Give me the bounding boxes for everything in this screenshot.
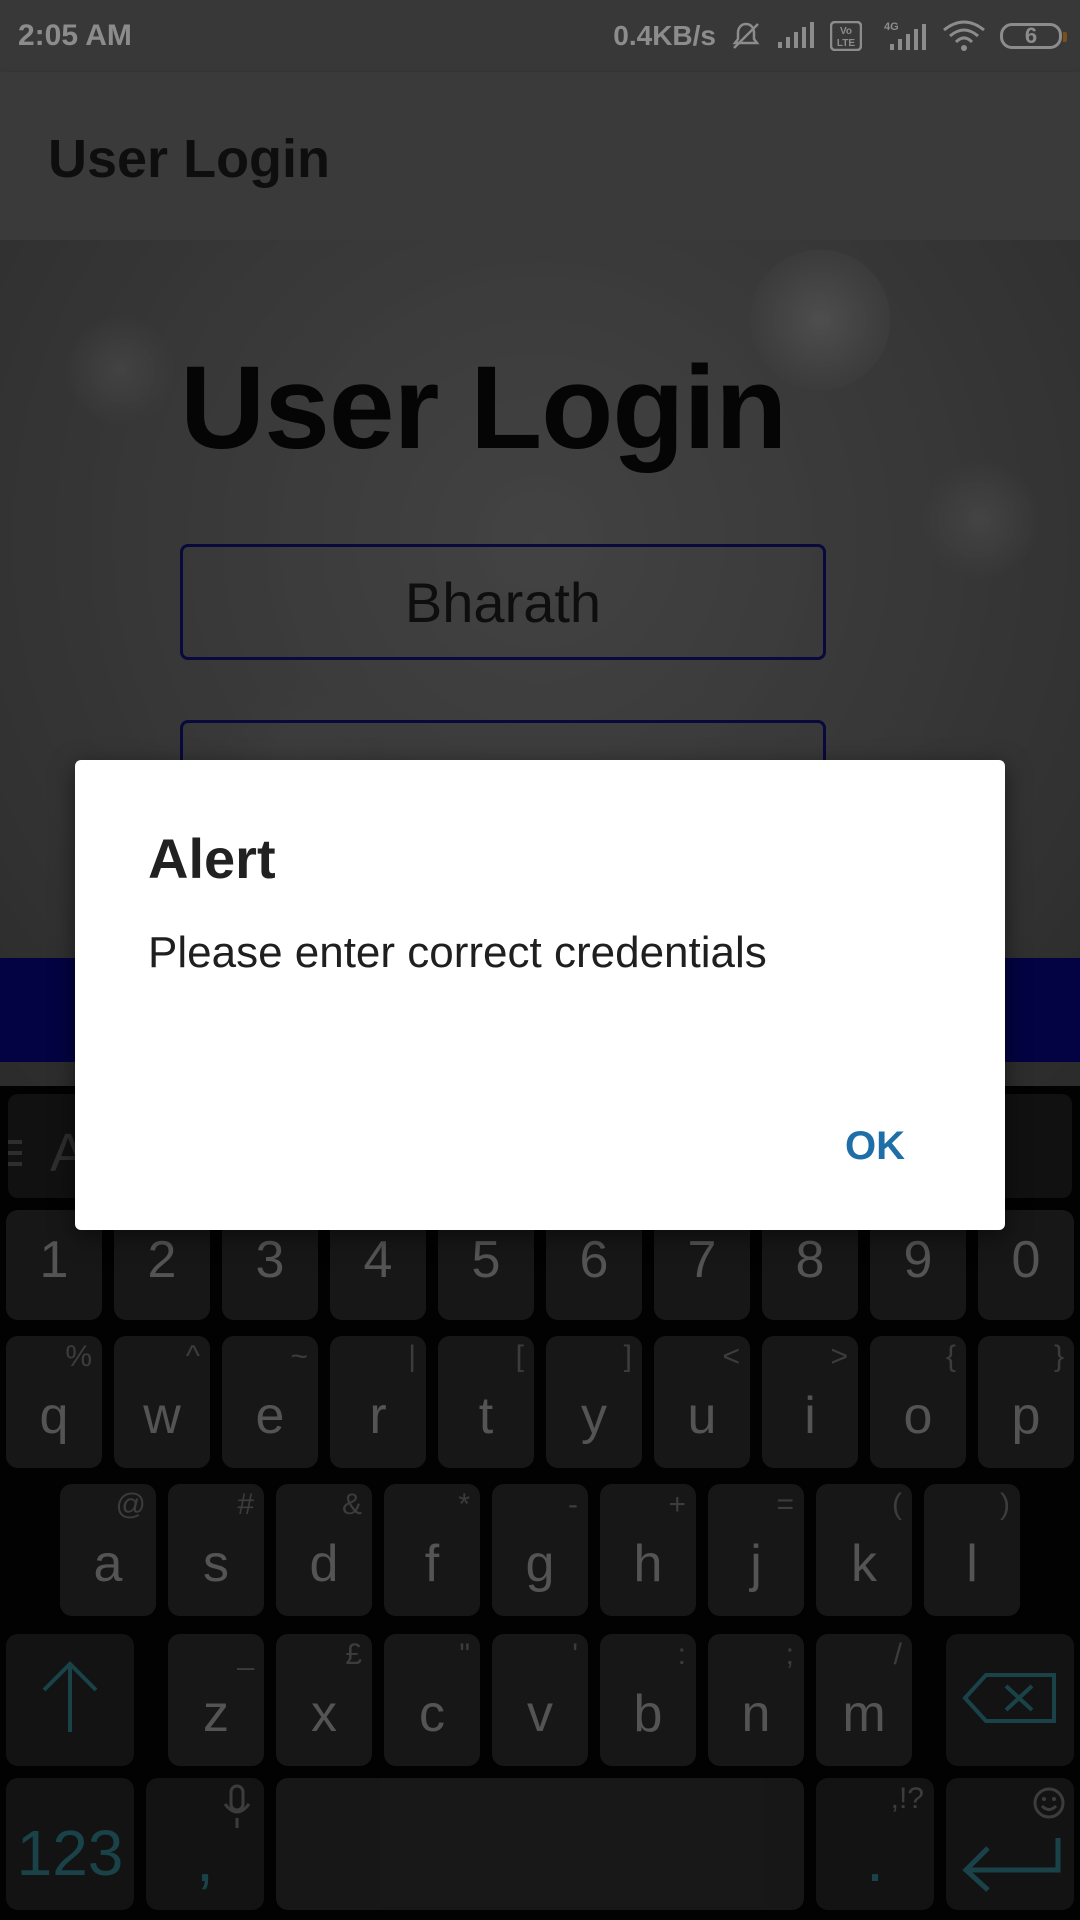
dialog-message: Please enter correct credentials: [148, 928, 767, 977]
ok-button[interactable]: OK: [845, 1124, 905, 1169]
dialog-title: Alert: [148, 827, 276, 890]
alert-dialog: Alert Please enter correct credentials O…: [75, 760, 1005, 1230]
